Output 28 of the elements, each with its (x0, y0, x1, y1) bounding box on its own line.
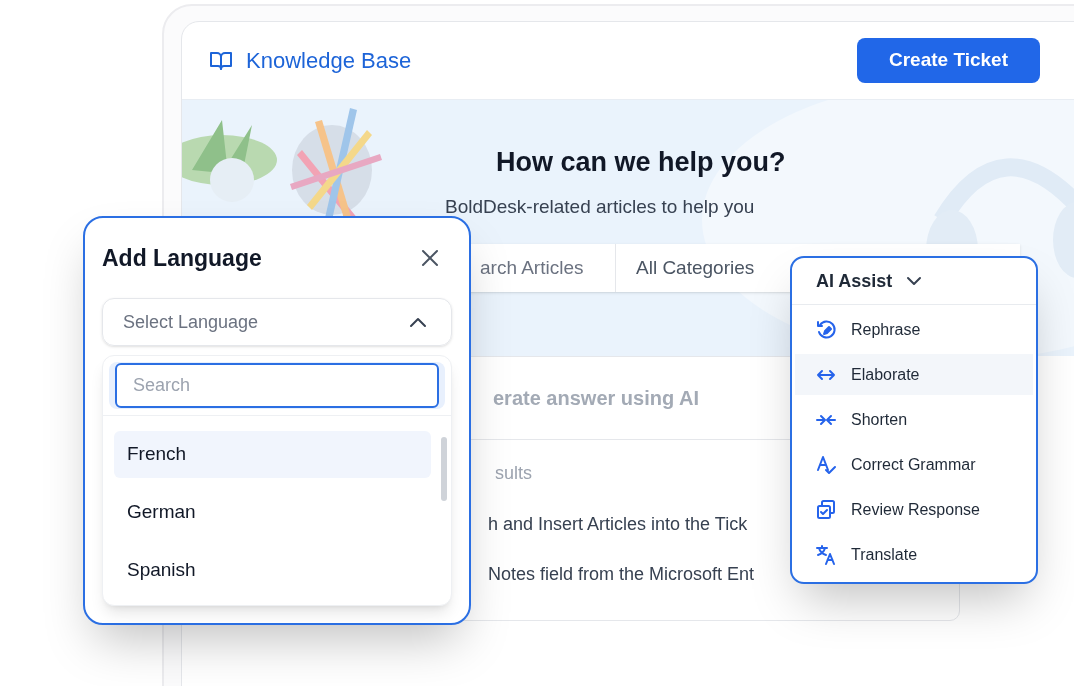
review-icon (815, 498, 837, 521)
book-icon (210, 50, 232, 71)
chevron-icon (409, 316, 427, 328)
language-option[interactable]: German (114, 489, 431, 536)
language-option[interactable]: French (114, 431, 431, 478)
create-ticket-button[interactable]: Create Ticket (857, 38, 1040, 83)
dialog-title: Add Language (102, 243, 262, 273)
menu-item[interactable]: Correct Grammar (795, 444, 1033, 485)
rephrase-icon (815, 318, 837, 341)
menu-item[interactable]: Review Response (795, 489, 1033, 530)
menu-item[interactable]: Elaborate (795, 354, 1033, 395)
search-field[interactable]: Search (115, 363, 439, 408)
results-label: sults (495, 462, 532, 485)
hero-heading: How can we help you? (496, 146, 786, 179)
chevron-icon (906, 276, 923, 286)
language-select[interactable]: Select Language (102, 298, 452, 346)
menu-item[interactable]: Rephrase (795, 309, 1033, 350)
grammar-icon (815, 453, 837, 476)
ai-assist-dropdown[interactable]: AI Assist (792, 258, 1036, 305)
scrollbar-thumb[interactable] (441, 437, 447, 501)
result-link[interactable]: h and Insert Articles into the Tick (488, 512, 748, 536)
result-link[interactable]: Notes field from the Microsoft Ent (488, 562, 755, 586)
language-option[interactable]: Spanish (114, 547, 431, 594)
app-title[interactable]: Knowledge Base (246, 44, 412, 77)
hero-subheading: BoldDesk-related articles to help you (445, 195, 755, 219)
translate-icon (815, 543, 837, 566)
close-icon[interactable] (421, 249, 439, 267)
menu-item[interactable]: Translate (795, 534, 1033, 575)
